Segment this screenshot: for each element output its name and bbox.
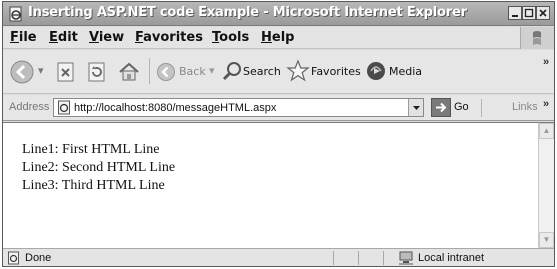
content-line: Line2: Second HTML Line bbox=[22, 160, 176, 175]
content-line: Line3: Third HTML Line bbox=[22, 178, 165, 193]
address-separator bbox=[481, 99, 482, 117]
status-text: Done bbox=[25, 252, 52, 264]
address-field[interactable]: http://localhost:8080/messageHTML.aspx bbox=[53, 98, 424, 117]
media-button[interactable]: Media bbox=[389, 65, 422, 78]
status-pane-divider bbox=[383, 251, 384, 265]
done-page-icon bbox=[8, 251, 19, 265]
status-bar: Done Local intranet bbox=[3, 248, 554, 266]
toolbar-overflow-chevron[interactable]: » bbox=[543, 56, 549, 68]
address-label: Address bbox=[9, 101, 50, 113]
media-icon[interactable] bbox=[365, 60, 387, 82]
page-icon bbox=[58, 100, 70, 115]
links-button[interactable]: Links bbox=[512, 101, 538, 113]
back-menu-icon[interactable]: ▾ bbox=[209, 64, 215, 77]
scroll-down-arrow-icon[interactable]: ▼ bbox=[539, 232, 554, 248]
menu-edit[interactable]: Edit bbox=[49, 30, 78, 45]
menu-view[interactable]: View bbox=[89, 30, 124, 45]
page-content: Line1: First HTML Line Line2: Second HTM… bbox=[3, 122, 538, 248]
back-label[interactable]: Back bbox=[179, 65, 206, 78]
chevron-down-icon bbox=[413, 106, 420, 110]
status-pane-divider bbox=[333, 251, 334, 265]
minimize-button[interactable] bbox=[508, 6, 522, 20]
address-url[interactable]: http://localhost:8080/messageHTML.aspx bbox=[74, 102, 276, 114]
security-zone: Local intranet bbox=[418, 252, 485, 264]
close-icon bbox=[539, 9, 547, 17]
menu-help[interactable]: Help bbox=[261, 30, 294, 45]
windows-flag-icon bbox=[533, 31, 541, 45]
close-button[interactable] bbox=[536, 6, 550, 20]
scroll-up-arrow-icon[interactable]: ▲ bbox=[539, 123, 554, 139]
back-button-icon[interactable] bbox=[156, 62, 176, 82]
menu-tools[interactable]: Tools bbox=[212, 30, 249, 45]
browser-window: Inserting ASP.NET code Example - Microso… bbox=[2, 1, 555, 267]
windows-logo bbox=[520, 27, 554, 49]
stop-icon[interactable] bbox=[55, 61, 77, 83]
links-overflow-chevron[interactable]: » bbox=[543, 98, 549, 110]
go-button[interactable]: Go bbox=[454, 101, 469, 113]
menu-bar: File Edit View Favorites Tools Help bbox=[3, 27, 554, 49]
maximize-icon bbox=[524, 8, 534, 18]
maximize-button[interactable] bbox=[522, 6, 536, 20]
local-intranet-icon bbox=[399, 251, 413, 265]
toolbar-separator bbox=[149, 58, 150, 84]
window-title: Inserting ASP.NET code Example - Microso… bbox=[28, 5, 467, 20]
title-bar: Inserting ASP.NET code Example - Microso… bbox=[3, 2, 554, 26]
vertical-scrollbar[interactable]: ▲ ▼ bbox=[538, 122, 554, 248]
content-line: Line1: First HTML Line bbox=[22, 142, 160, 157]
ie-page-icon bbox=[9, 6, 22, 22]
refresh-icon[interactable] bbox=[86, 61, 108, 83]
back-dropdown-icon[interactable]: ▾ bbox=[38, 64, 44, 77]
back-arrow-icon[interactable] bbox=[9, 59, 35, 85]
menu-file[interactable]: File bbox=[10, 30, 37, 45]
menu-favorites[interactable]: Favorites bbox=[135, 30, 203, 45]
status-pane-divider bbox=[358, 251, 359, 265]
search-button[interactable]: Search bbox=[243, 65, 281, 78]
go-arrow-icon[interactable] bbox=[431, 98, 451, 117]
minimize-icon bbox=[512, 15, 518, 17]
standard-toolbar: ▾ Back ▾ Search Favorites Media » bbox=[3, 50, 554, 94]
address-dropdown-button[interactable] bbox=[408, 99, 423, 116]
favorites-button[interactable]: Favorites bbox=[311, 65, 361, 78]
search-icon[interactable] bbox=[221, 60, 243, 82]
home-icon[interactable] bbox=[117, 60, 141, 84]
address-bar: Address http://localhost:8080/messageHTM… bbox=[3, 95, 554, 121]
favorites-star-icon[interactable] bbox=[286, 59, 310, 83]
